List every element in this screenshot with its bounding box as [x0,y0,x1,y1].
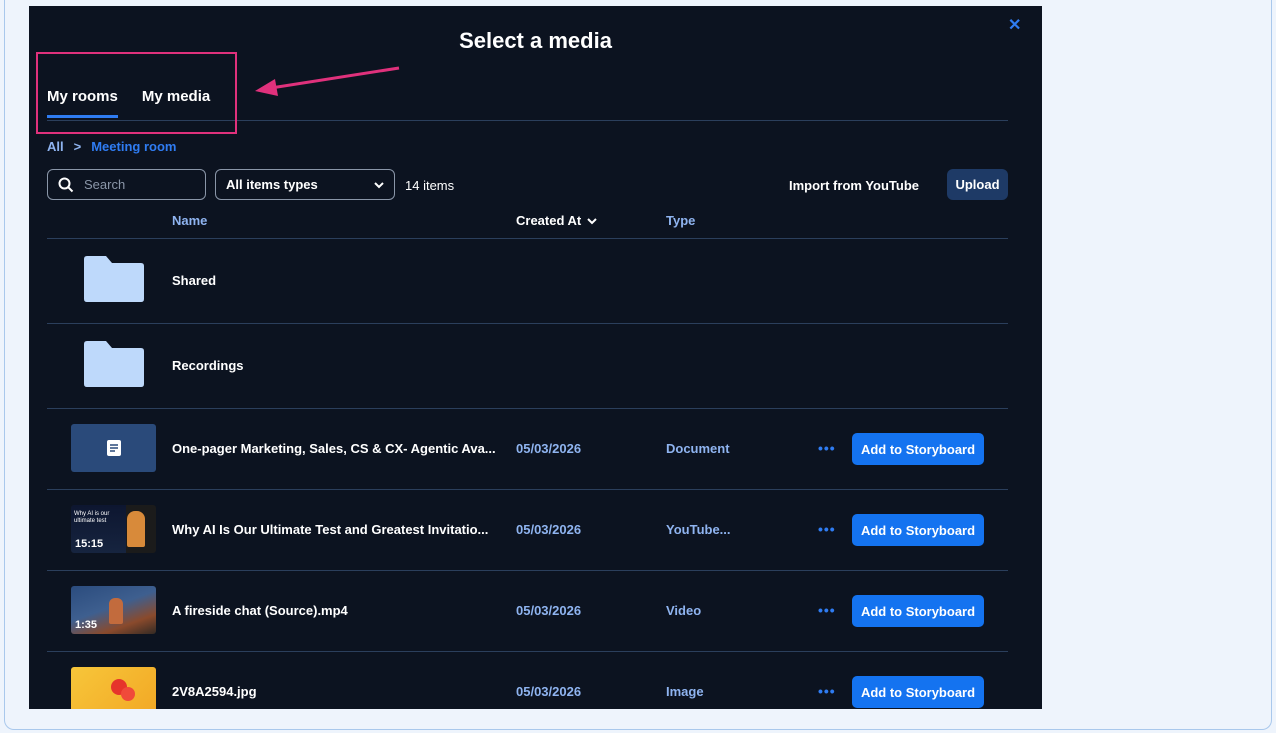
item-count: 14 items [405,178,455,193]
add-to-storyboard-button[interactable]: Add to Storyboard [852,595,984,627]
folder-name: Shared [172,273,217,288]
item-type-select[interactable]: All items types [215,169,395,200]
import-youtube-button[interactable]: Import from YouTube [789,178,919,193]
column-header-created-at-label: Created At [516,213,582,228]
video-duration: 15:15 [75,538,104,550]
media-row[interactable]: One-pager Marketing, Sales, CS & CX- Age… [47,409,1008,490]
folder-icon [84,256,144,302]
more-options-icon[interactable]: ••• [818,683,836,699]
column-header-type[interactable]: Type [666,213,695,228]
add-to-storyboard-button[interactable]: Add to Storyboard [852,433,984,465]
video-duration: 1:35 [75,619,98,631]
column-header-created-at[interactable]: Created At [516,213,597,228]
more-options-icon[interactable]: ••• [818,440,836,456]
media-type: YouTube... [666,522,731,537]
add-to-storyboard-button[interactable]: Add to Storyboard [852,676,984,708]
more-options-icon[interactable]: ••• [818,521,836,537]
upload-button[interactable]: Upload [947,169,1008,200]
document-thumbnail [71,424,156,472]
search-box[interactable] [47,169,206,200]
video-thumbnail: 1:35 [71,586,156,634]
annotation-highlight-box [36,52,237,134]
chevron-right-icon: > [73,139,82,154]
column-header-name[interactable]: Name [172,213,207,228]
media-name: Why AI Is Our Ultimate Test and Greatest… [172,522,489,537]
folder-row[interactable]: Shared [47,239,1008,324]
search-input[interactable] [82,176,196,193]
breadcrumb-root[interactable]: All [47,139,64,154]
media-name: One-pager Marketing, Sales, CS & CX- Age… [172,441,496,456]
chevron-down-icon [374,181,384,188]
media-row[interactable]: Why AI is our ultimate test 15:15 Why AI… [47,490,1008,571]
modal-title: Select a media [459,28,612,53]
thumbnail-caption: Why AI is our ultimate test [74,511,110,524]
video-thumbnail: Why AI is our ultimate test 15:15 [71,505,156,553]
media-row[interactable]: 1:35 A fireside chat (Source).mp4 05/03/… [47,571,1008,652]
document-icon [106,440,121,456]
folder-icon [84,341,144,387]
media-date: 05/03/2026 [516,684,582,699]
sort-chevron-down-icon [587,217,597,224]
breadcrumb-current[interactable]: Meeting room [91,139,176,154]
search-icon [58,177,74,192]
media-date: 05/03/2026 [516,441,582,456]
more-options-icon[interactable]: ••• [818,602,836,618]
select-media-modal: ✕ Select a media My rooms My media All >… [29,6,1042,709]
media-name: A fireside chat (Source).mp4 [172,603,348,618]
folder-name: Recordings [172,358,244,373]
media-date: 05/03/2026 [516,603,582,618]
thumbnail-figure [127,511,145,547]
thumbnail-balloon [121,687,135,701]
item-type-select-value: All items types [226,177,318,192]
media-row[interactable]: 2V8A2594.jpg 05/03/2026 Image ••• Add to… [47,652,1008,709]
breadcrumb: All > Meeting room [47,139,176,154]
annotation-arrow-icon [255,66,400,96]
media-type: Image [666,684,704,699]
image-thumbnail [71,667,156,709]
media-date: 05/03/2026 [516,522,582,537]
media-name: 2V8A2594.jpg [172,684,257,699]
media-type: Video [666,603,702,618]
add-to-storyboard-button[interactable]: Add to Storyboard [852,514,984,546]
folder-row[interactable]: Recordings [47,324,1008,409]
thumbnail-figure [109,598,123,624]
media-type: Document [666,441,730,456]
